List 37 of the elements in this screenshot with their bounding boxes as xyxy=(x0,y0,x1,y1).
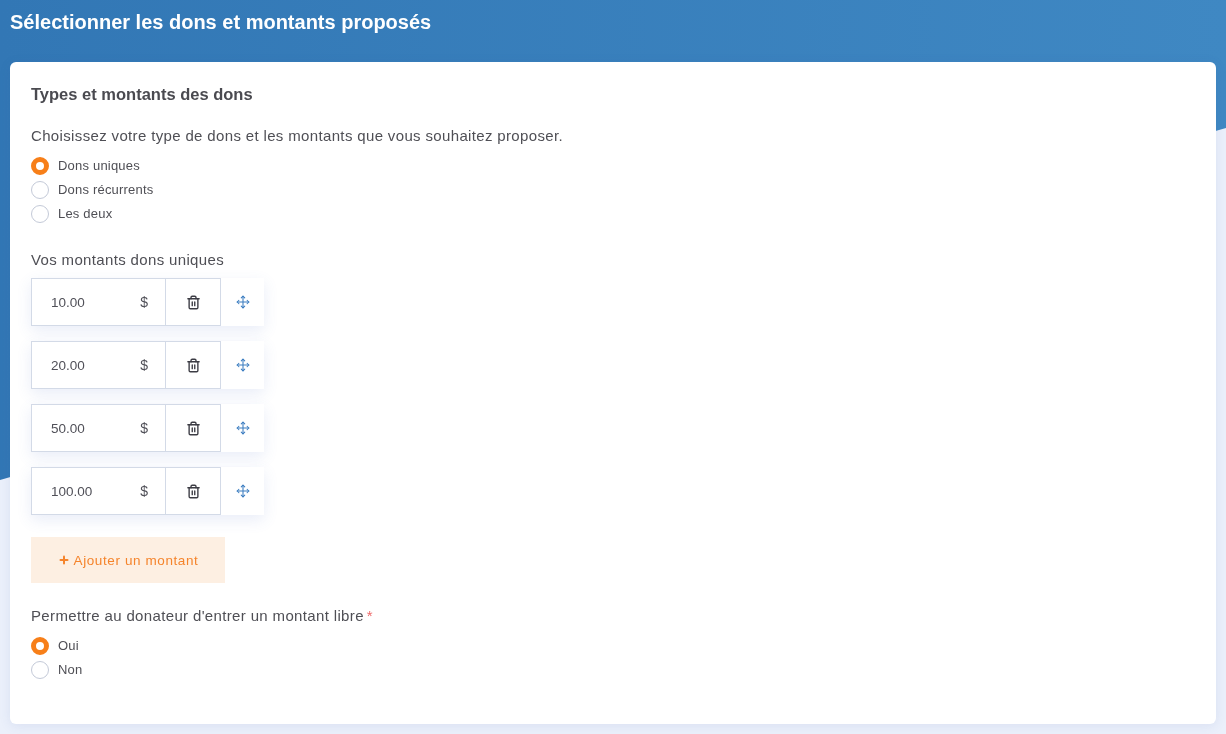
amount-field[interactable]: 10.00 $ xyxy=(31,278,166,326)
plus-icon xyxy=(57,554,70,566)
radio-label: Non xyxy=(58,661,83,679)
amount-field[interactable]: 50.00 $ xyxy=(31,404,166,452)
amount-field[interactable]: 100.00 $ xyxy=(31,467,166,515)
delete-button[interactable] xyxy=(166,341,221,389)
drag-handle[interactable] xyxy=(221,341,264,389)
move-icon xyxy=(235,358,250,372)
move-icon xyxy=(235,295,250,309)
donation-type-prompt: Choisissez votre type de dons et les montants que vous souhaitez proposer. xyxy=(31,126,564,146)
radio-button[interactable] xyxy=(31,661,49,679)
drag-handle[interactable] xyxy=(221,278,264,326)
radio-label: Dons récurrents xyxy=(58,181,154,199)
amount-field[interactable]: 20.00 $ xyxy=(31,341,166,389)
trash-icon xyxy=(185,420,201,436)
move-icon xyxy=(235,484,250,498)
radio-button[interactable] xyxy=(31,205,49,223)
radio-button[interactable] xyxy=(31,157,49,175)
radio-button[interactable] xyxy=(31,637,49,655)
required-mark: * xyxy=(366,606,373,626)
delete-button[interactable] xyxy=(166,467,221,515)
radio-label: Les deux xyxy=(58,205,113,223)
drag-handle[interactable] xyxy=(221,467,264,515)
delete-button[interactable] xyxy=(166,278,221,326)
move-icon xyxy=(235,421,250,435)
trash-icon xyxy=(185,483,201,499)
trash-icon xyxy=(185,294,201,310)
radio-label: Dons uniques xyxy=(58,157,140,175)
radio-button[interactable] xyxy=(31,181,49,199)
page-title: Sélectionner les dons et montants proposés xyxy=(10,10,432,35)
free-amount-prompt: Permettre au donateur d'entrer un montant libre xyxy=(31,606,364,626)
section-title: Types et montants des dons xyxy=(31,84,253,105)
trash-icon xyxy=(185,357,201,373)
amounts-label: Vos montants dons uniques xyxy=(31,250,225,270)
drag-handle[interactable] xyxy=(221,404,264,452)
radio-label: Oui xyxy=(58,637,79,655)
delete-button[interactable] xyxy=(166,404,221,452)
